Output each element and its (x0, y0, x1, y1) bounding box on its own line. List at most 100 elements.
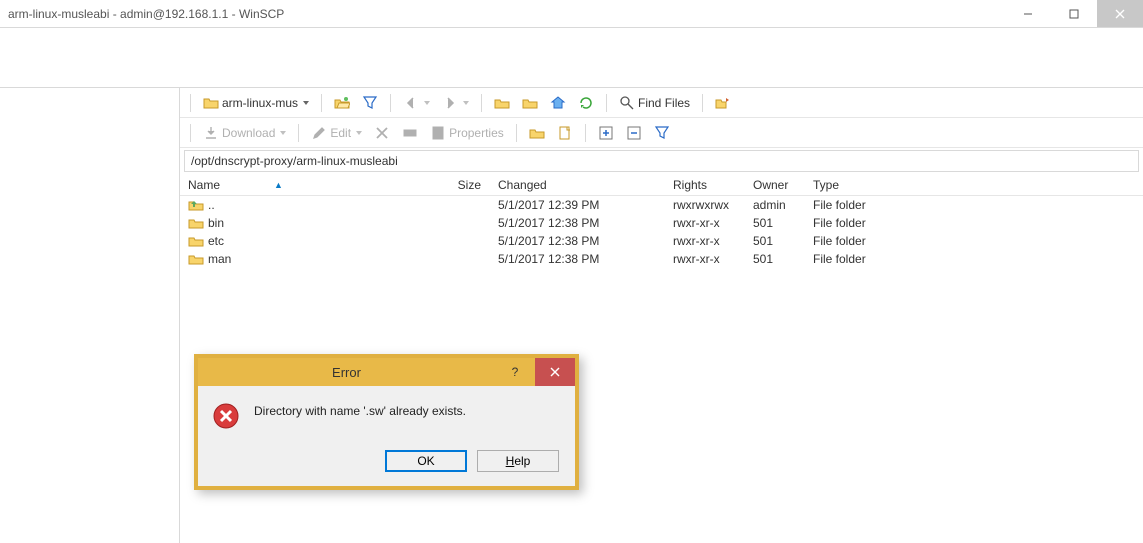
sort-asc-icon: ▲ (274, 180, 283, 190)
directory-dropdown-label: arm-linux-mus (222, 96, 298, 110)
dialog-close-button[interactable] (535, 358, 575, 386)
folder-up-icon (188, 198, 204, 212)
dialog-help-button[interactable]: ? (495, 358, 535, 386)
search-icon (619, 95, 635, 111)
new-folder-icon (529, 125, 545, 141)
open-session-button[interactable] (330, 93, 354, 113)
select-filter-button[interactable] (650, 123, 674, 143)
maximize-button[interactable] (1051, 0, 1097, 27)
column-owner[interactable]: Owner (745, 174, 805, 195)
file-changed: 5/1/2017 12:38 PM (490, 216, 665, 230)
file-type: File folder (805, 216, 905, 230)
toolbar-navigation: arm-linux-mus (180, 88, 1143, 118)
file-name: etc (208, 234, 224, 248)
path-bar[interactable]: /opt/dnscrypt-proxy/arm-linux-musleabi (184, 150, 1139, 172)
file-owner: 501 (745, 252, 805, 266)
download-icon (203, 125, 219, 141)
new-file-button[interactable] (553, 123, 577, 143)
close-button[interactable] (1097, 0, 1143, 27)
arrow-left-icon (403, 95, 419, 111)
file-name: .. (208, 198, 215, 212)
column-rights[interactable]: Rights (665, 174, 745, 195)
chevron-down-icon (463, 101, 469, 105)
edit-button[interactable]: Edit (307, 123, 366, 143)
chevron-down-icon (303, 101, 309, 105)
forward-button[interactable] (438, 93, 473, 113)
column-size[interactable]: Size (430, 174, 490, 195)
file-owner: 501 (745, 234, 805, 248)
table-row[interactable]: man5/1/2017 12:38 PMrwxr-xr-x501File fol… (180, 250, 1143, 268)
edit-label: Edit (330, 126, 351, 140)
file-changed: 5/1/2017 12:38 PM (490, 234, 665, 248)
edit-icon (311, 125, 327, 141)
download-button[interactable]: Download (199, 123, 290, 143)
root-dir-button[interactable] (518, 93, 542, 113)
window-controls (1005, 0, 1143, 27)
file-rights: rwxr-xr-x (665, 216, 745, 230)
ok-button[interactable]: OK (385, 450, 467, 472)
find-files-button[interactable]: Find Files (615, 93, 694, 113)
folder-icon (203, 95, 219, 111)
arrow-right-icon (442, 95, 458, 111)
sync-icon (715, 95, 731, 111)
folder-icon (188, 252, 204, 266)
file-rights: rwxrwxrwx (665, 198, 745, 212)
dialog-buttons: OK Help (198, 440, 575, 486)
select-remove-button[interactable] (622, 123, 646, 143)
file-owner: admin (745, 198, 805, 212)
properties-button[interactable]: Properties (426, 123, 508, 143)
column-name[interactable]: Name▲ (180, 174, 430, 195)
parent-dir-button[interactable] (490, 93, 514, 113)
help-icon: ? (512, 365, 519, 379)
chevron-down-icon (356, 131, 362, 135)
table-row[interactable]: etc 5/1/2017 12:38 PMrwxr-xr-x501File fol… (180, 232, 1143, 250)
toolbar-file-ops: Download Edit Properties (180, 118, 1143, 148)
file-name: bin (208, 216, 224, 230)
properties-icon (430, 125, 446, 141)
chevron-down-icon (280, 131, 286, 135)
folder-icon (188, 234, 204, 248)
minus-icon (626, 125, 642, 141)
filter-icon (362, 95, 378, 111)
file-rights: rwxr-xr-x (665, 234, 745, 248)
refresh-icon (578, 95, 594, 111)
home-icon (550, 95, 566, 111)
home-dir-button[interactable] (546, 93, 570, 113)
sync-button[interactable] (711, 93, 735, 113)
delete-icon (374, 125, 390, 141)
folder-icon (188, 216, 204, 230)
chevron-down-icon (424, 101, 430, 105)
back-button[interactable] (399, 93, 434, 113)
help-button[interactable]: Help (477, 450, 559, 472)
plus-icon (598, 125, 614, 141)
error-dialog: Error ? Directory with name '.sw' alread… (194, 354, 579, 490)
folder-up-icon (494, 95, 510, 111)
dialog-titlebar[interactable]: Error ? (198, 358, 575, 386)
refresh-button[interactable] (574, 93, 598, 113)
titlebar: arm-linux-musleabi - admin@192.168.1.1 -… (0, 0, 1143, 28)
file-type: File folder (805, 252, 905, 266)
file-list-header[interactable]: Name▲ Size Changed Rights Owner Type (180, 174, 1143, 196)
table-row[interactable]: bin5/1/2017 12:38 PMrwxr-xr-x501File fol… (180, 214, 1143, 232)
rename-icon (402, 125, 418, 141)
download-label: Download (222, 126, 275, 140)
filter-button[interactable] (358, 93, 382, 113)
file-rights: rwxr-xr-x (665, 252, 745, 266)
rename-button[interactable] (398, 123, 422, 143)
delete-button[interactable] (370, 123, 394, 143)
current-path: /opt/dnscrypt-proxy/arm-linux-musleabi (191, 154, 398, 168)
open-folder-icon (334, 95, 350, 111)
file-type: File folder (805, 234, 905, 248)
column-changed[interactable]: Changed (490, 174, 665, 195)
error-icon (212, 402, 240, 430)
new-file-icon (557, 125, 573, 141)
table-row[interactable]: ..5/1/2017 12:39 PMrwxrwxrwxadminFile fo… (180, 196, 1143, 214)
column-type[interactable]: Type (805, 174, 905, 195)
new-folder-button[interactable] (525, 123, 549, 143)
file-name: man (208, 252, 231, 266)
dialog-message: Directory with name '.sw' already exists… (254, 402, 466, 418)
menu-area (0, 28, 1143, 88)
select-add-button[interactable] (594, 123, 618, 143)
minimize-button[interactable] (1005, 0, 1051, 27)
directory-dropdown[interactable]: arm-linux-mus (199, 93, 313, 113)
